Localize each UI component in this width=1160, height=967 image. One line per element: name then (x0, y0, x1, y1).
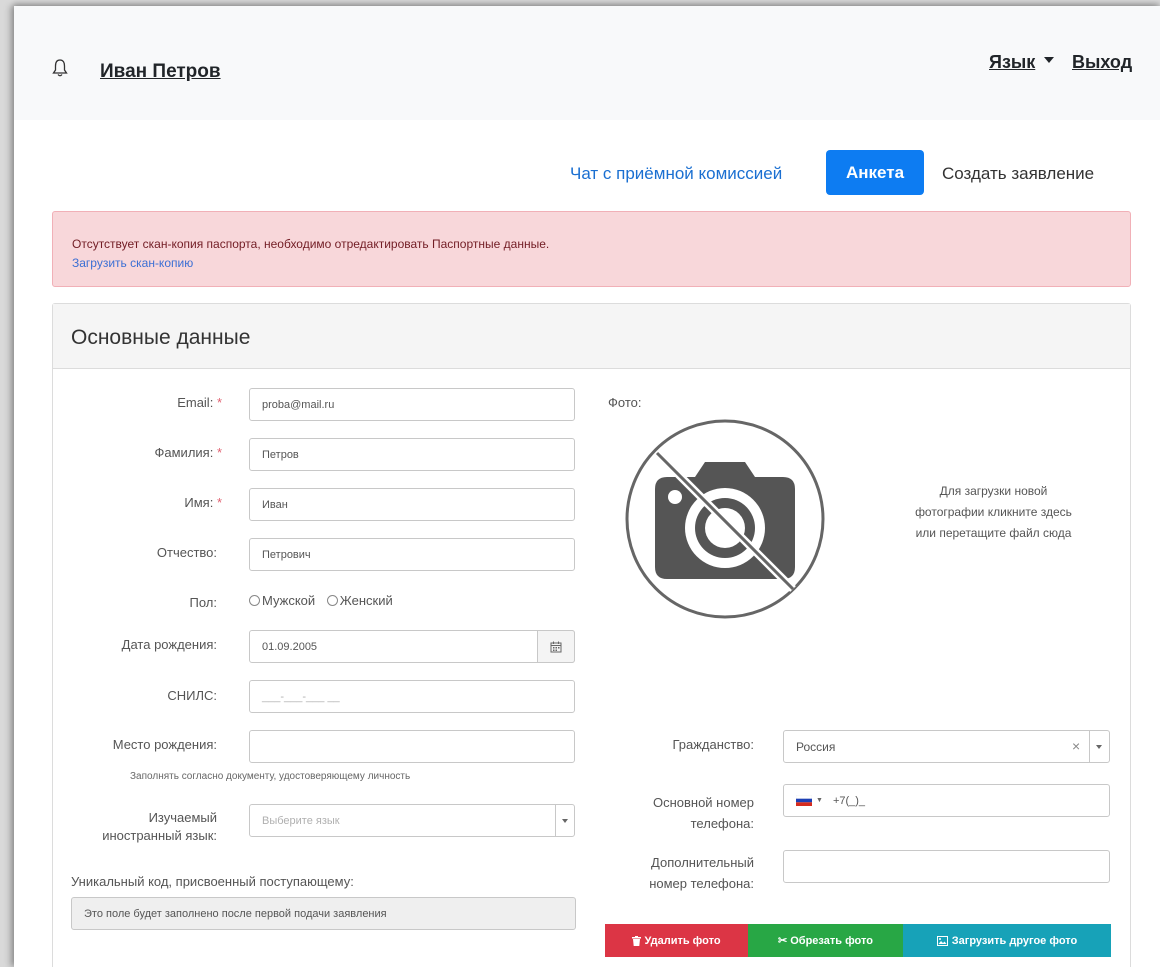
birthplace-hint: Заполнять согласно документу, удостоверя… (130, 771, 411, 782)
crop-photo-button[interactable]: ✂ Обрезать фото (748, 924, 903, 957)
tab-create-application[interactable]: Создать заявление (942, 164, 1094, 184)
required-mark: * (216, 445, 222, 460)
logout-link[interactable]: Выход (1072, 52, 1132, 73)
gender-radio-group: Мужской Женский (249, 593, 393, 608)
unique-code-field: Это поле будет заполнено после первой по… (71, 897, 576, 930)
basic-data-card: Основные данные Email: * proba@mail.ru Ф… (52, 303, 1131, 967)
card-header: Основные данные (53, 304, 1130, 369)
language-dropdown[interactable]: Язык (989, 52, 1035, 73)
calendar-icon (550, 641, 562, 652)
patronymic-label: Отчество: (156, 545, 217, 560)
chevron-down-icon[interactable] (1096, 745, 1102, 749)
patronymic-field[interactable]: Петрович (249, 538, 575, 571)
select-divider (555, 804, 556, 837)
snils-placeholder: ___-___-___ __ (262, 690, 340, 703)
passport-alert: Отсутствует скан-копия паспорта, необход… (52, 211, 1131, 287)
birthplace-label: Место рождения: (112, 737, 217, 752)
chevron-down-icon (1044, 57, 1054, 63)
upload-scan-link[interactable]: Загрузить скан-копию (72, 256, 193, 270)
language-select[interactable]: Выберите язык (249, 804, 575, 837)
photo-dropzone[interactable]: Для загрузки новой фотографии кликните з… (875, 417, 1112, 607)
gender-label: Пол: (189, 595, 218, 610)
gender-male-option[interactable]: Мужской (249, 593, 315, 608)
name-label: Имя: * (184, 495, 222, 510)
alert-message: Отсутствует скан-копия паспорта, необход… (72, 237, 550, 251)
top-navbar: Иван Петров Язык Выход (14, 6, 1160, 120)
main-phone-value: +7(_)_ (832, 794, 866, 807)
citizenship-label: Гражданство: (672, 737, 754, 752)
flag-russia-icon[interactable] (796, 795, 812, 806)
calendar-button[interactable] (537, 630, 575, 663)
user-name-link[interactable]: Иван Петров (100, 61, 221, 83)
main-phone-field[interactable]: ▼ +7(_)_ (783, 784, 1110, 817)
surname-field[interactable]: Петров (249, 438, 575, 471)
required-mark: * (216, 495, 222, 510)
citizenship-select[interactable]: Россия (783, 730, 1110, 763)
bell-icon[interactable] (52, 58, 68, 78)
citizenship-value: Россия (796, 739, 836, 754)
email-label: Email: * (177, 395, 222, 410)
extra-phone-field[interactable] (783, 850, 1110, 883)
unique-code-label: Уникальный код, присвоенный поступающему… (71, 874, 354, 889)
upload-photo-button[interactable]: Загрузить другое фото (903, 924, 1111, 957)
language-label: Изучаемый иностранный язык: (102, 810, 217, 843)
camera-placeholder-icon (625, 419, 825, 619)
birthdate-label: Дата рождения: (121, 637, 217, 652)
image-icon (936, 935, 948, 946)
snils-field[interactable]: ___-___-___ __ (249, 680, 575, 713)
chevron-down-icon[interactable]: ▼ (816, 797, 823, 804)
language-placeholder: Выберите язык (262, 814, 340, 827)
clear-icon[interactable]: × (1072, 738, 1080, 754)
photo-label: Фото: (608, 395, 642, 410)
delete-photo-button[interactable]: Удалить фото (605, 924, 748, 957)
birthdate-value: 01.09.2005 (262, 640, 318, 653)
required-mark: * (216, 395, 222, 410)
extra-phone-label: Дополнительный номер телефона: (649, 855, 754, 891)
scissors-icon: ✂ (778, 935, 788, 947)
card-title: Основные данные (71, 326, 251, 349)
name-field[interactable]: Иван (249, 488, 575, 521)
tab-chat[interactable]: Чат с приёмной комиссией (570, 164, 782, 184)
radio-male[interactable] (249, 595, 260, 606)
select-divider (1089, 730, 1090, 763)
tab-profile[interactable]: Анкета (826, 150, 924, 195)
radio-female[interactable] (326, 595, 338, 606)
birthdate-field[interactable]: 01.09.2005 (249, 630, 575, 663)
birthplace-field[interactable] (249, 730, 575, 763)
email-field[interactable]: proba@mail.ru (249, 388, 575, 421)
trash-icon (632, 935, 642, 946)
chevron-down-icon[interactable] (562, 819, 568, 823)
snils-label: СНИЛС: (167, 688, 217, 703)
main-phone-label: Основной номер телефона: (652, 795, 754, 831)
gender-female-option[interactable]: Женский (326, 593, 393, 608)
browser-window: Иван Петров Язык Выход Чат с приёмной ко… (14, 6, 1160, 967)
surname-label: Фамилия: * (154, 445, 223, 460)
